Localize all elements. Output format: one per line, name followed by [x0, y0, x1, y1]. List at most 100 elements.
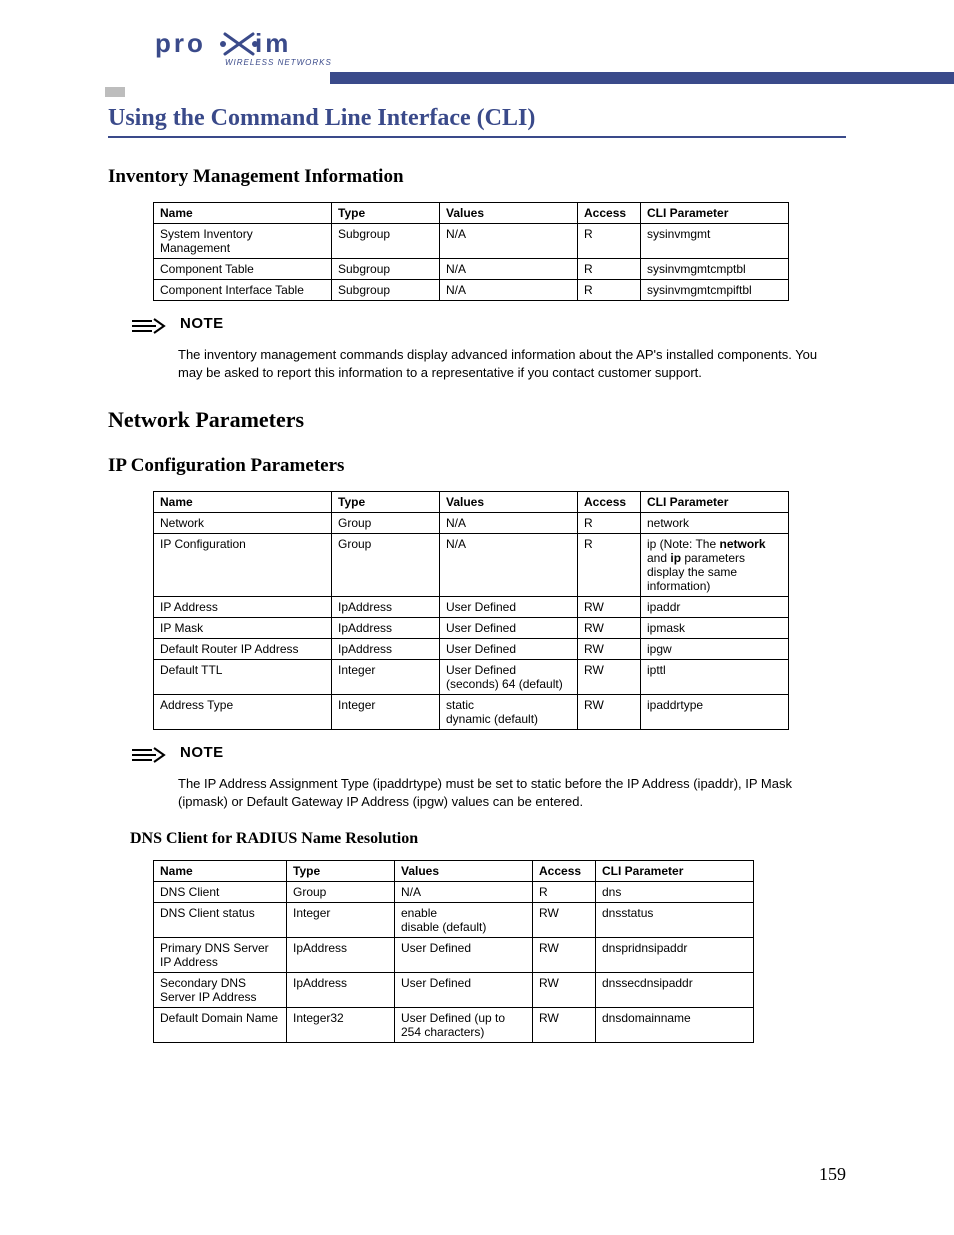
table-header-row: Name Type Values Access CLI Parameter	[154, 861, 754, 882]
th-values: Values	[395, 861, 533, 882]
header: pro im WIRELESS NETWORKS	[0, 0, 954, 85]
table-row: System Inventory Management Subgroup N/A…	[154, 224, 789, 259]
cell-name: Primary DNS Server IP Address	[154, 938, 287, 973]
cell-values: User Defined	[395, 973, 533, 1008]
cell-type: Integer	[332, 660, 440, 695]
cell-values: User Defined (up to 254 characters)	[395, 1008, 533, 1043]
cell-cli: network	[641, 513, 789, 534]
table-row: DNS Client Group N/A R dns	[154, 882, 754, 903]
th-access: Access	[578, 492, 641, 513]
cell-name: Secondary DNS Server IP Address	[154, 973, 287, 1008]
cell-access: RW	[578, 618, 641, 639]
cell-type: Subgroup	[332, 224, 440, 259]
cell-values: User Defined	[395, 938, 533, 973]
table-header-row: Name Type Values Access CLI Parameter	[154, 203, 789, 224]
table-row: Primary DNS Server IP Address IpAddress …	[154, 938, 754, 973]
cell-type: Integer32	[287, 1008, 395, 1043]
cell-values: User Defined	[440, 639, 578, 660]
cell-name: Component Interface Table	[154, 280, 332, 301]
cell-values: N/A	[395, 882, 533, 903]
cell-type: Group	[287, 882, 395, 903]
cell-cli: ipmask	[641, 618, 789, 639]
th-access: Access	[578, 203, 641, 224]
th-type: Type	[287, 861, 395, 882]
cell-cli: sysinvmgmtcmptbl	[641, 259, 789, 280]
cell-type: IpAddress	[332, 639, 440, 660]
header-gray-cap	[105, 87, 125, 97]
cell-type: IpAddress	[332, 618, 440, 639]
table-header-row: Name Type Values Access CLI Parameter	[154, 492, 789, 513]
note-text: The inventory management commands displa…	[178, 346, 836, 381]
cell-access: R	[578, 513, 641, 534]
cell-values: User Defined	[440, 597, 578, 618]
cell-type: Subgroup	[332, 280, 440, 301]
cell-type: IpAddress	[287, 938, 395, 973]
brand-tagline: WIRELESS NETWORKS	[225, 58, 332, 67]
th-values: Values	[440, 492, 578, 513]
cell-type: Group	[332, 513, 440, 534]
inventory-table: Name Type Values Access CLI Parameter Sy…	[153, 202, 789, 301]
cell-cli: dnssecdnsipaddr	[596, 973, 754, 1008]
th-values: Values	[440, 203, 578, 224]
cell-type: Group	[332, 534, 440, 597]
cell-access: R	[578, 259, 641, 280]
cell-cli: sysinvmgmtcmpiftbl	[641, 280, 789, 301]
cell-name: System Inventory Management	[154, 224, 332, 259]
cell-access: RW	[578, 695, 641, 730]
cell-type: IpAddress	[287, 973, 395, 1008]
table-row: IP Address IpAddress User Defined RW ipa…	[154, 597, 789, 618]
cell-access: RW	[533, 1008, 596, 1043]
cell-cli: ipgw	[641, 639, 789, 660]
svg-text:pro: pro	[155, 30, 206, 58]
table-row: Default Router IP Address IpAddress User…	[154, 639, 789, 660]
cell-name: IP Address	[154, 597, 332, 618]
cell-name: Default TTL	[154, 660, 332, 695]
cell-values: N/A	[440, 224, 578, 259]
cell-access: RW	[578, 639, 641, 660]
cell-access: RW	[533, 903, 596, 938]
cell-values: staticdynamic (default)	[440, 695, 578, 730]
page-number: 159	[819, 1164, 846, 1185]
table-row: IP Mask IpAddress User Defined RW ipmask	[154, 618, 789, 639]
cell-cli: ip (Note: The network and ip parameters …	[641, 534, 789, 597]
ipconfig-table: Name Type Values Access CLI Parameter Ne…	[153, 491, 789, 730]
table-row: DNS Client status Integer enabledisable …	[154, 903, 754, 938]
th-type: Type	[332, 492, 440, 513]
note-label: NOTE	[180, 744, 224, 761]
note-arrow-icon	[130, 746, 170, 769]
table-row: IP Configuration Group N/A R ip (Note: T…	[154, 534, 789, 597]
cell-type: Integer	[287, 903, 395, 938]
cell-access: RW	[533, 938, 596, 973]
cell-values: N/A	[440, 513, 578, 534]
th-cli: CLI Parameter	[596, 861, 754, 882]
cell-values: N/A	[440, 280, 578, 301]
content: Using the Command Line Interface (CLI) I…	[0, 85, 954, 1083]
cell-cli: dnsstatus	[596, 903, 754, 938]
cell-name: DNS Client status	[154, 903, 287, 938]
note-block: NOTE	[130, 744, 846, 769]
section-heading-dns: DNS Client for RADIUS Name Resolution	[130, 830, 846, 848]
cell-access: R	[578, 224, 641, 259]
cell-access: R	[533, 882, 596, 903]
cell-access: R	[578, 534, 641, 597]
cell-access: R	[578, 280, 641, 301]
page-title: Using the Command Line Interface (CLI)	[108, 105, 846, 138]
dns-table: Name Type Values Access CLI Parameter DN…	[153, 860, 754, 1043]
section-heading-network: Network Parameters	[108, 407, 846, 433]
cell-name: Address Type	[154, 695, 332, 730]
section-heading-ipconfig: IP Configuration Parameters	[108, 455, 846, 477]
header-stripe	[330, 72, 954, 84]
cell-name: Default Router IP Address	[154, 639, 332, 660]
cell-name: Default Domain Name	[154, 1008, 287, 1043]
cell-cli: ipttl	[641, 660, 789, 695]
note-block: NOTE	[130, 315, 846, 340]
cell-name: DNS Client	[154, 882, 287, 903]
cell-name: IP Configuration	[154, 534, 332, 597]
cell-name: Network	[154, 513, 332, 534]
table-row: Default TTL Integer User Defined (second…	[154, 660, 789, 695]
th-access: Access	[533, 861, 596, 882]
cell-values: N/A	[440, 259, 578, 280]
cell-name: IP Mask	[154, 618, 332, 639]
th-type: Type	[332, 203, 440, 224]
cell-name: Component Table	[154, 259, 332, 280]
